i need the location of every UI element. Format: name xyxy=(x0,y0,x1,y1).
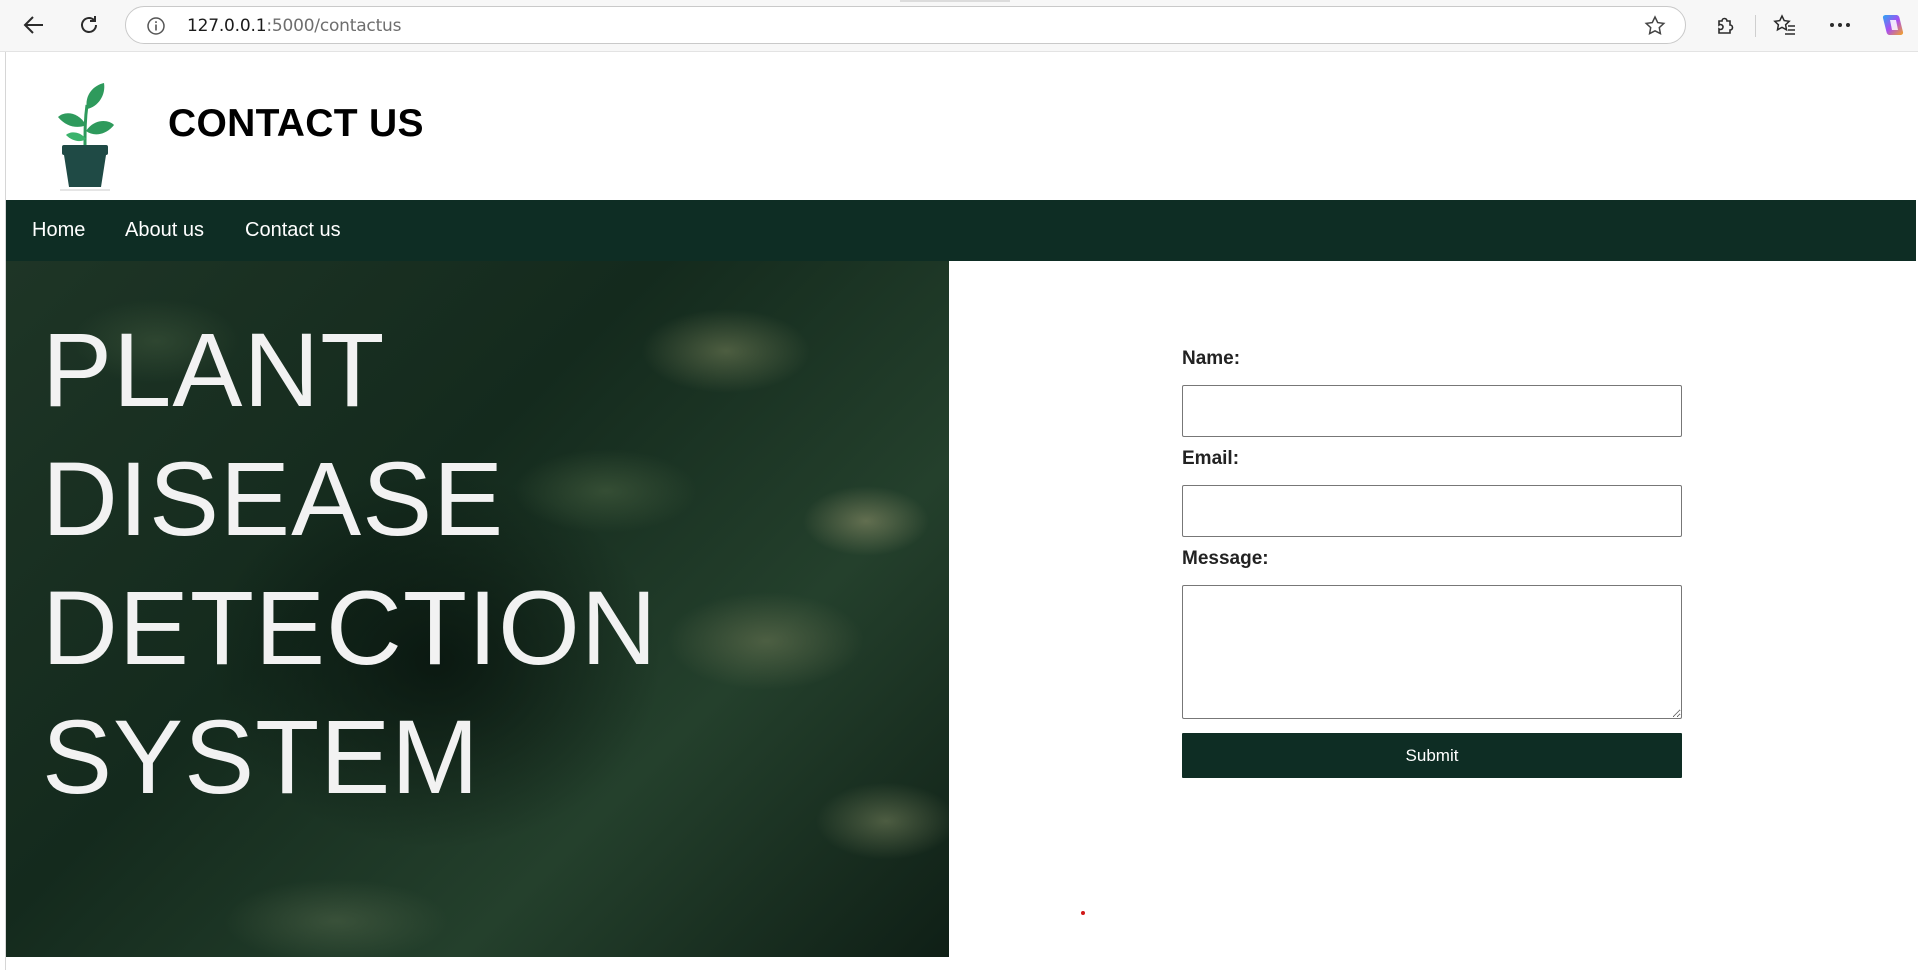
back-arrow-icon xyxy=(23,16,43,34)
reload-icon xyxy=(81,16,97,33)
hero-title: PLANT DISEASE DETECTION SYSTEM xyxy=(42,306,658,822)
puzzle-icon xyxy=(1718,17,1734,34)
url-host: 127.0.0.1 xyxy=(187,16,267,36)
reload-button[interactable] xyxy=(72,10,106,40)
page-title: CONTACT US xyxy=(168,102,424,145)
page: CONTACT US Home About us Contact us PLAN… xyxy=(5,52,1916,970)
toolbar-separator xyxy=(1755,15,1756,37)
nav-item-about-us[interactable]: About us xyxy=(125,219,204,242)
copilot-button[interactable] xyxy=(1876,10,1910,40)
hero-title-line: DETECTION xyxy=(42,570,658,687)
name-label: Name: xyxy=(1182,348,1241,369)
nav-item-contact-us[interactable]: Contact us xyxy=(245,219,341,242)
name-input[interactable] xyxy=(1182,385,1682,437)
address-bar[interactable]: 127.0.0.1:5000/contactus xyxy=(125,6,1686,44)
submit-button[interactable]: Submit xyxy=(1182,733,1682,778)
plant-logo-icon xyxy=(54,81,116,196)
message-label: Message: xyxy=(1182,548,1269,569)
email-input[interactable] xyxy=(1182,485,1682,537)
favorites-icon xyxy=(1773,14,1795,35)
hero-title-line: SYSTEM xyxy=(42,699,480,816)
favorite-star-icon[interactable] xyxy=(1643,14,1667,43)
back-button[interactable] xyxy=(17,10,51,40)
tab-indicator xyxy=(900,0,1010,2)
more-dots-icon xyxy=(1830,23,1850,27)
cursor-dot xyxy=(1081,911,1085,915)
hero-image-panel: PLANT DISEASE DETECTION SYSTEM xyxy=(6,261,949,957)
email-label: Email: xyxy=(1182,448,1240,469)
settings-menu-button[interactable] xyxy=(1823,10,1857,40)
site-header: CONTACT US xyxy=(6,52,1916,200)
site-info-icon[interactable] xyxy=(146,16,166,41)
copilot-icon xyxy=(1882,15,1904,35)
hero-title-line: PLANT xyxy=(42,312,386,429)
message-textarea[interactable] xyxy=(1182,585,1682,719)
nav-item-home[interactable]: Home xyxy=(32,219,85,242)
extensions-button[interactable] xyxy=(1708,10,1742,40)
browser-toolbar: 127.0.0.1:5000/contactus xyxy=(0,0,1918,52)
favorites-button[interactable] xyxy=(1768,10,1802,40)
url-path: :5000/contactus xyxy=(266,16,402,36)
main-nav: Home About us Contact us xyxy=(6,200,1916,261)
url-text: 127.0.0.1:5000/contactus xyxy=(187,16,401,36)
hero-title-line: DISEASE xyxy=(42,441,505,558)
